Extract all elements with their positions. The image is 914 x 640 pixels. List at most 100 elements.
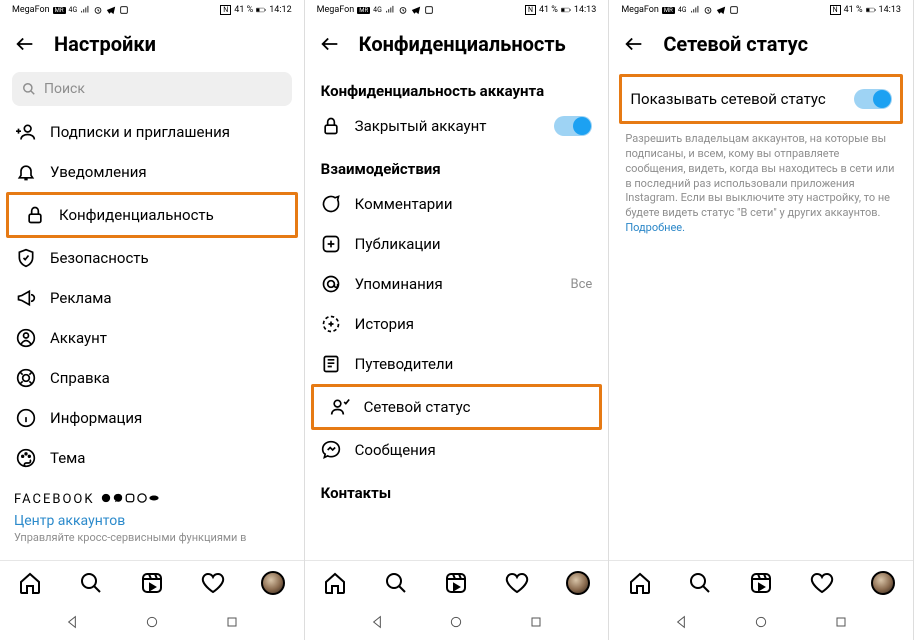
nav-reels[interactable] <box>140 571 164 595</box>
item-security[interactable]: Безопасность <box>0 238 304 278</box>
item-notifications[interactable]: Уведомления <box>0 152 304 192</box>
back-nav-icon[interactable] <box>369 614 385 630</box>
telegram-icon <box>716 5 726 15</box>
nav-profile[interactable] <box>261 571 285 595</box>
accounts-center-desc: Управляйте кросс-сервисными функциями в <box>0 529 304 544</box>
nav-profile[interactable] <box>566 571 590 595</box>
nfc-badge: N <box>525 5 536 15</box>
item-story[interactable]: История <box>305 304 609 344</box>
comment-icon <box>321 194 341 214</box>
nav-activity[interactable] <box>810 571 834 595</box>
nav-search[interactable] <box>79 571 103 595</box>
nav-home[interactable] <box>628 571 652 595</box>
messenger-icon <box>321 440 341 460</box>
statusbar: MegaFon MR 4G N 41 % 14:13 <box>305 0 609 20</box>
battery-pct: 41 % <box>234 5 253 15</box>
recent-nav-icon[interactable] <box>528 614 544 630</box>
item-label: Комментарии <box>355 195 593 213</box>
guides-icon <box>321 354 341 374</box>
search-input[interactable]: Поиск <box>12 72 292 106</box>
titlebar: Сетевой статус <box>609 20 913 68</box>
shield-icon <box>16 248 36 268</box>
item-privacy[interactable]: Конфиденциальность <box>9 195 295 235</box>
item-info[interactable]: Информация <box>0 398 304 438</box>
highlight-privacy: Конфиденциальность <box>6 192 298 238</box>
nav-search[interactable] <box>384 571 408 595</box>
android-nav <box>609 604 913 640</box>
item-mentions[interactable]: Упоминания Все <box>305 264 609 304</box>
item-guides[interactable]: Путеводители <box>305 344 609 384</box>
home-nav-icon[interactable] <box>144 614 160 630</box>
carrier-label: MegaFon <box>317 5 355 15</box>
nav-activity[interactable] <box>201 571 225 595</box>
item-messages[interactable]: Сообщения <box>305 430 609 470</box>
avatar <box>871 571 895 595</box>
item-comments[interactable]: Комментарии <box>305 184 609 224</box>
clock: 14:12 <box>269 5 291 15</box>
nav-search[interactable] <box>688 571 712 595</box>
back-icon[interactable] <box>319 33 341 55</box>
item-subscriptions[interactable]: Подписки и приглашения <box>0 112 304 152</box>
private-account-toggle[interactable] <box>554 116 592 136</box>
item-label: Реклама <box>50 289 288 307</box>
titlebar: Конфиденциальность <box>305 20 609 68</box>
alarm-icon <box>398 5 408 15</box>
show-activity-status-row[interactable]: Показывать сетевой статус <box>622 77 900 121</box>
back-icon[interactable] <box>14 33 36 55</box>
battery-icon <box>561 5 571 15</box>
learn-more-link[interactable]: Подробнее. <box>625 221 685 234</box>
screen-settings: MegaFon MR 4G N 41 % 14:12 Настройки Пои… <box>0 0 305 640</box>
item-label: История <box>355 315 593 333</box>
nav-profile[interactable] <box>871 571 895 595</box>
facebook-brand: FACEBOOK <box>0 478 304 511</box>
nav-home[interactable] <box>18 571 42 595</box>
lock-icon <box>25 205 45 225</box>
bottom-nav <box>305 560 609 604</box>
item-label: Аккаунт <box>50 329 288 347</box>
notification-icon <box>424 5 434 15</box>
back-nav-icon[interactable] <box>673 614 689 630</box>
signal-icon <box>80 5 90 15</box>
home-nav-icon[interactable] <box>448 614 464 630</box>
item-label: Конфиденциальность <box>59 206 279 224</box>
item-account[interactable]: Аккаунт <box>0 318 304 358</box>
item-ads[interactable]: Реклама <box>0 278 304 318</box>
back-icon[interactable] <box>623 33 645 55</box>
clock: 14:13 <box>879 5 901 15</box>
back-nav-icon[interactable] <box>64 614 80 630</box>
megaphone-icon <box>16 288 36 308</box>
section-contacts: Контакты <box>305 470 609 508</box>
recent-nav-icon[interactable] <box>224 614 240 630</box>
telegram-icon <box>411 5 421 15</box>
item-posts[interactable]: Публикации <box>305 224 609 264</box>
plus-square-icon <box>321 234 341 254</box>
accounts-center-link[interactable]: Центр аккаунтов <box>0 511 304 529</box>
status-content: Показывать сетевой статус Разрешить влад… <box>609 68 913 560</box>
home-nav-icon[interactable] <box>753 614 769 630</box>
battery-pct: 41 % <box>539 5 558 15</box>
battery-pct: 41 % <box>844 5 863 15</box>
search-icon <box>22 82 36 96</box>
item-activity-status[interactable]: Сетевой статус <box>314 387 600 427</box>
android-nav <box>305 604 609 640</box>
nav-home[interactable] <box>323 571 347 595</box>
nav-reels[interactable] <box>749 571 773 595</box>
notification-icon <box>119 5 129 15</box>
show-activity-status-toggle[interactable] <box>854 89 892 109</box>
alarm-icon <box>703 5 713 15</box>
item-label: Уведомления <box>50 163 288 181</box>
battery-icon <box>256 5 266 15</box>
item-private-account[interactable]: Закрытый аккаунт <box>305 106 609 146</box>
recent-nav-icon[interactable] <box>833 614 849 630</box>
lte-badge: 4G <box>69 6 78 14</box>
page-title: Сетевой статус <box>663 32 808 56</box>
nav-reels[interactable] <box>444 571 468 595</box>
statusbar: MegaFon MR 4G N 41 % 14:13 <box>609 0 913 20</box>
nav-activity[interactable] <box>505 571 529 595</box>
battery-icon <box>866 5 876 15</box>
item-label: Безопасность <box>50 249 288 267</box>
item-help[interactable]: Справка <box>0 358 304 398</box>
wa-icon <box>137 493 147 503</box>
titlebar: Настройки <box>0 20 304 68</box>
item-theme[interactable]: Тема <box>0 438 304 478</box>
